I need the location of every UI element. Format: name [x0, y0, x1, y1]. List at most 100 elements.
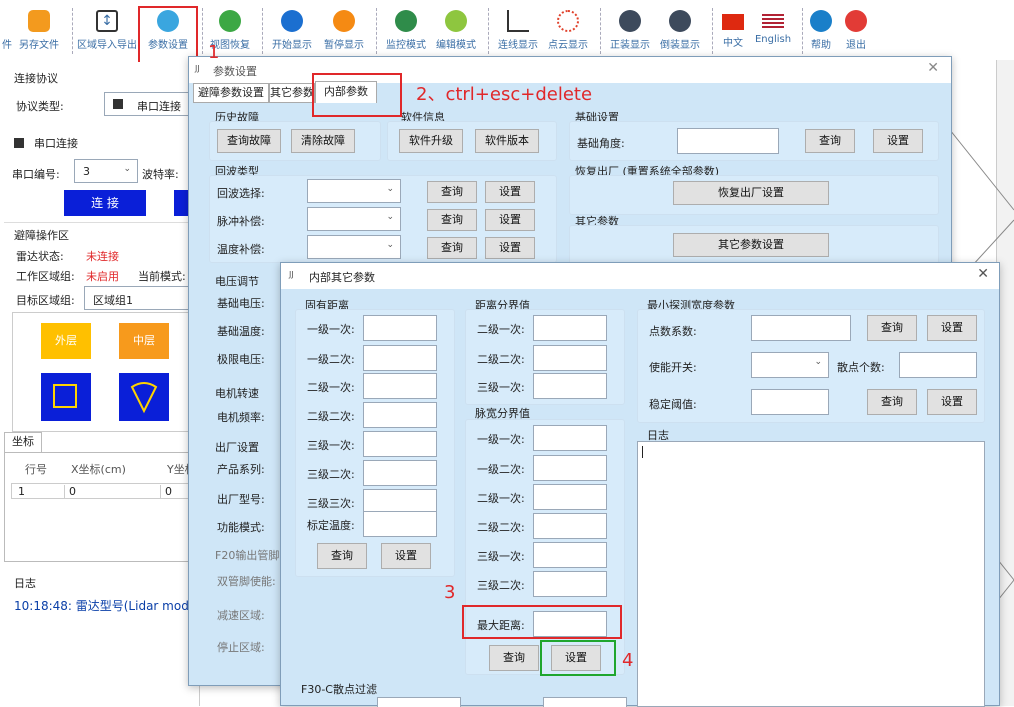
dual-pin-label: 双管脚使能:: [217, 575, 276, 588]
pulse-row-label: 一级二次:: [477, 463, 525, 476]
temp-query-button[interactable]: 查询: [427, 237, 477, 259]
fixed-row-input[interactable]: [363, 460, 437, 486]
query-fault-button[interactable]: 查询故障: [217, 129, 281, 153]
play-icon: [281, 10, 303, 32]
min-set-button[interactable]: 设置: [927, 315, 977, 341]
restore-factory-button[interactable]: 恢复出厂设置: [673, 181, 829, 205]
basic-angle-input[interactable]: [677, 128, 779, 154]
scatter-count-input[interactable]: [899, 352, 977, 378]
pulse-query-button[interactable]: 查询: [489, 645, 539, 671]
factory-model-label: 出厂型号:: [217, 493, 265, 506]
rectangle-shape-button[interactable]: [41, 373, 91, 421]
software-upgrade-button[interactable]: 软件升级: [399, 129, 463, 153]
echo-query-button[interactable]: 查询: [427, 181, 477, 203]
stable-set-button[interactable]: 设置: [927, 389, 977, 415]
pulse-row-input[interactable]: [533, 484, 607, 510]
outer-zone-button[interactable]: 外层: [41, 323, 91, 359]
china-flag-icon: [722, 14, 744, 30]
toolbar-start-button[interactable]: 开始显示: [268, 0, 316, 60]
temp-set-button[interactable]: 设置: [485, 237, 535, 259]
fixed-row-input[interactable]: [363, 402, 437, 428]
fixed-row-label: 一级一次:: [307, 323, 355, 336]
col-row-header: 行号: [25, 463, 47, 476]
temp-comp-select[interactable]: ⌄: [307, 235, 401, 259]
toolbar-saveas-button[interactable]: 另存文件: [14, 0, 64, 60]
fixed-row-input[interactable]: [363, 315, 437, 341]
pulse-query-button[interactable]: 查询: [427, 209, 477, 231]
toolbar-cloud-button[interactable]: 点云显示: [544, 0, 592, 60]
tab-obstacle[interactable]: 避障参数设置: [193, 83, 269, 103]
enable-switch-select[interactable]: ⌄: [751, 352, 829, 378]
pulse-row-label: 一级一次:: [477, 433, 525, 446]
toolbar-separator: [600, 8, 601, 54]
annotation-1: 1: [208, 42, 220, 63]
toolbar-file-button[interactable]: 件: [0, 0, 14, 60]
pulse-comp-select[interactable]: ⌄: [307, 207, 401, 231]
fixed-set-button[interactable]: 设置: [381, 543, 431, 569]
toolbar-exit-button[interactable]: 退出: [840, 0, 872, 60]
toolbar-english-button[interactable]: English: [750, 0, 796, 60]
middle-zone-button[interactable]: 中层: [119, 323, 169, 359]
toolbar-edit-button[interactable]: 编辑模式: [432, 0, 480, 60]
toolbar-pause-button[interactable]: 暂停显示: [320, 0, 368, 60]
pulse-row-label: 三级二次:: [477, 579, 525, 592]
internal-window-titlebar: JJ 内部其它参数 ✕: [281, 263, 999, 289]
fixed-row-label: 二级一次:: [307, 381, 355, 394]
close-icon[interactable]: ✕: [927, 60, 939, 76]
stable-thresh-input[interactable]: [751, 389, 829, 415]
echo-set-button[interactable]: 设置: [485, 181, 535, 203]
table-row[interactable]: 1 0 0: [11, 483, 199, 499]
software-version-button[interactable]: 软件版本: [475, 129, 539, 153]
pulse-row-input[interactable]: [533, 513, 607, 539]
enable-switch-label: 使能开关:: [649, 361, 697, 374]
pulse-row-input[interactable]: [533, 455, 607, 481]
toolbar-monitor-button[interactable]: 监控模式: [382, 0, 430, 60]
internal-params-window: JJ 内部其它参数 ✕ 固有距离 一级一次: 一级二次: 二级一次: 二级二次:…: [280, 262, 1000, 707]
fixed-row-input[interactable]: [363, 511, 437, 537]
pulse-row-input[interactable]: [533, 542, 607, 568]
close-icon[interactable]: ✕: [977, 266, 989, 282]
f20-title: F20输出管脚: [215, 549, 280, 562]
fixed-row-label: 标定温度:: [307, 519, 355, 532]
fixed-query-button[interactable]: 查询: [317, 543, 367, 569]
protocol-type-select[interactable]: 串口连接: [104, 92, 194, 116]
fixed-row-input[interactable]: [363, 345, 437, 371]
radar-status-label: 雷达状态:: [16, 250, 64, 263]
point-coef-input[interactable]: [751, 315, 851, 341]
toolbar-chinese-button[interactable]: 中文: [718, 0, 748, 60]
tab-other[interactable]: 其它参数: [269, 83, 315, 103]
dist-row-input[interactable]: [533, 345, 607, 371]
port-select[interactable]: 3 ⌄: [74, 159, 138, 183]
temp-comp-label: 温度补偿:: [217, 243, 265, 256]
toolbar-inverted-mount-button[interactable]: 倒装显示: [656, 0, 704, 60]
work-group-value: 未启用: [86, 270, 119, 283]
dist-row-input[interactable]: [533, 315, 607, 341]
echo-select[interactable]: ⌄: [307, 179, 401, 203]
toolbar-normal-mount-button[interactable]: 正装显示: [606, 0, 654, 60]
coord-tab[interactable]: 坐标: [4, 432, 42, 452]
dist-row-input[interactable]: [533, 373, 607, 399]
connect-button[interactable]: 连 接: [64, 190, 146, 216]
other-params-button[interactable]: 其它参数设置: [673, 233, 829, 257]
toolbar-line-button[interactable]: 连线显示: [494, 0, 542, 60]
min-query-button[interactable]: 查询: [867, 315, 917, 341]
stable-query-button[interactable]: 查询: [867, 389, 917, 415]
pulse-row-input[interactable]: [533, 425, 607, 451]
basic-angle-label: 基础角度:: [577, 137, 625, 150]
fixed-row-input[interactable]: [363, 373, 437, 399]
target-group-select[interactable]: 区域组1: [84, 286, 194, 310]
fixed-row-input[interactable]: [363, 431, 437, 457]
divider: [4, 222, 196, 223]
pulse-row-input[interactable]: [533, 571, 607, 597]
pulse-set-button[interactable]: 设置: [485, 209, 535, 231]
toolbar-import-export-button[interactable]: ↕ 区域导入导出: [76, 0, 138, 60]
inner-log-textarea[interactable]: [637, 441, 985, 707]
clear-fault-button[interactable]: 清除故障: [291, 129, 355, 153]
basic-angle-set-button[interactable]: 设置: [873, 129, 923, 153]
basic-angle-query-button[interactable]: 查询: [805, 129, 855, 153]
app-logo-icon: JJ: [289, 270, 294, 279]
toolbar-help-button[interactable]: 帮助: [806, 0, 836, 60]
sector-shape-button[interactable]: [119, 373, 169, 421]
monitor-icon: [395, 10, 417, 32]
work-group-label: 工作区域组:: [16, 270, 75, 283]
